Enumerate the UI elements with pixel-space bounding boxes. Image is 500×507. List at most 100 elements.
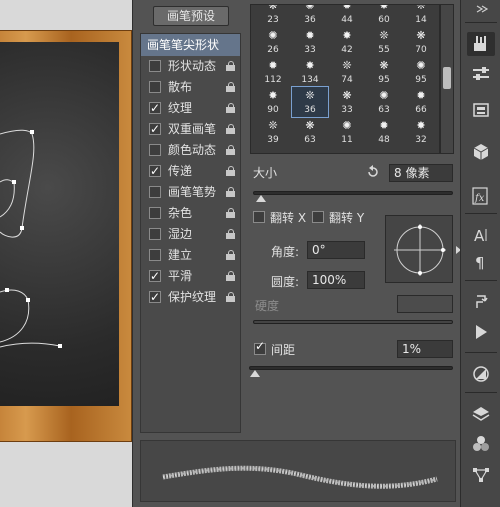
option-row[interactable]: 湿边 — [141, 224, 240, 245]
lock-icon[interactable] — [226, 271, 236, 282]
option-checkbox[interactable] — [149, 207, 161, 219]
lock-icon[interactable] — [226, 292, 236, 303]
type-icon[interactable]: A — [467, 223, 495, 247]
option-checkbox[interactable] — [149, 186, 161, 198]
paths-icon[interactable] — [467, 462, 495, 486]
scrollbar-thumb[interactable] — [443, 67, 451, 89]
spacing-field[interactable]: 1% — [397, 340, 453, 358]
option-checkbox[interactable] — [149, 266, 161, 287]
brush-tip-cell[interactable]: ❋ 33 — [329, 87, 365, 117]
spacing-checkbox[interactable] — [254, 339, 266, 355]
anchor-point[interactable] — [58, 344, 62, 348]
flip-x-checkbox[interactable] — [253, 211, 265, 223]
play-icon[interactable] — [467, 320, 495, 344]
document-canvas[interactable] — [0, 0, 132, 507]
brush-tip-cell[interactable]: ✸ 90 — [255, 87, 291, 117]
spacing-slider[interactable] — [249, 366, 453, 370]
size-field[interactable]: 8 像素 — [389, 164, 453, 182]
brush-tip-cell[interactable]: ✸ 60 — [366, 5, 402, 27]
option-row[interactable]: 保护纹理 — [141, 287, 240, 308]
option-checkbox[interactable] — [149, 287, 161, 308]
anchor-point[interactable] — [12, 180, 16, 184]
option-row[interactable]: 颜色动态 — [141, 140, 240, 161]
fx-icon[interactable]: fx — [467, 184, 495, 208]
character-icon[interactable] — [467, 98, 495, 122]
brush-tip-cell[interactable]: ✹ 48 — [366, 117, 402, 147]
anchor-point[interactable] — [20, 226, 24, 230]
reset-size-icon[interactable] — [366, 165, 380, 179]
brush-tip-cell[interactable]: ✹ 44 — [329, 5, 365, 27]
option-checkbox[interactable] — [149, 249, 161, 261]
cube-icon[interactable] — [467, 140, 495, 164]
anchor-point[interactable] — [26, 298, 30, 302]
brush-icon[interactable] — [467, 32, 495, 56]
lock-icon[interactable] — [226, 229, 236, 240]
option-checkbox[interactable] — [149, 144, 161, 156]
brush-tip-cell[interactable]: ❋ 63 — [292, 117, 328, 147]
brush-tip-cell[interactable]: ❊ 39 — [255, 117, 291, 147]
roundness-field[interactable]: 100% — [307, 271, 365, 289]
clone-source-icon[interactable] — [467, 290, 495, 314]
brush-tip-cell[interactable]: ❊ 14 — [403, 5, 439, 27]
brush-tip-cell[interactable]: ❋ 70 — [403, 27, 439, 57]
option-row[interactable]: 平滑 — [141, 266, 240, 287]
option-row[interactable]: 建立 — [141, 245, 240, 266]
option-row[interactable]: 纹理 — [141, 98, 240, 119]
adjust-icon[interactable] — [467, 362, 495, 386]
brush-tip-cell[interactable]: ✺ 26 — [255, 27, 291, 57]
lock-icon[interactable] — [226, 124, 236, 135]
brush-tip-cell[interactable]: ✺ 63 — [366, 87, 402, 117]
sliders-icon[interactable] — [467, 62, 495, 86]
option-row[interactable]: 杂色 — [141, 203, 240, 224]
option-checkbox[interactable] — [149, 98, 161, 119]
brush-grid-scrollbar[interactable] — [440, 4, 454, 154]
brush-tip-cell[interactable]: ❋ 95 — [366, 57, 402, 87]
option-checkbox[interactable] — [149, 228, 161, 240]
anchor-point[interactable] — [5, 288, 9, 292]
option-checkbox[interactable] — [149, 81, 161, 93]
lock-icon[interactable] — [226, 103, 236, 114]
lock-icon[interactable] — [226, 166, 236, 177]
paragraph-icon[interactable]: ¶ — [467, 250, 495, 274]
flip-y-checkbox[interactable] — [312, 211, 324, 223]
option-row[interactable]: 散布 — [141, 77, 240, 98]
brush-tip-cell[interactable]: ✹ 33 — [292, 27, 328, 57]
brush-tip-cell[interactable]: ✸ 134 — [292, 57, 328, 87]
lock-icon[interactable] — [226, 82, 236, 93]
size-slider-knob[interactable] — [256, 195, 266, 202]
brush-presets-button[interactable]: 画笔预设 — [153, 6, 229, 26]
brush-tip-cell[interactable]: ✺ 95 — [403, 57, 439, 87]
brush-tip-preview-icon: ❋ — [268, 4, 278, 12]
spacing-slider-knob[interactable] — [250, 370, 260, 377]
angle-roundness-widget[interactable] — [385, 215, 453, 283]
brush-tip-cell[interactable]: ✺ 11 — [329, 117, 365, 147]
collapse-arrows-icon[interactable] — [467, 2, 495, 16]
size-slider[interactable] — [253, 191, 453, 195]
anchor-point[interactable] — [30, 130, 34, 134]
option-checkbox[interactable] — [149, 119, 161, 140]
lock-icon[interactable] — [226, 250, 236, 261]
brush-tip-cell[interactable]: ❊ 36 — [291, 86, 329, 118]
brush-tip-cell[interactable]: ❊ 55 — [366, 27, 402, 57]
option-checkbox[interactable] — [149, 60, 161, 72]
option-row[interactable]: 传递 — [141, 161, 240, 182]
lock-icon[interactable] — [226, 208, 236, 219]
brush-tip-cell[interactable]: ✸ 32 — [403, 117, 439, 147]
brush-tip-cell[interactable]: ❊ 74 — [329, 57, 365, 87]
lock-icon[interactable] — [226, 61, 236, 72]
option-row[interactable]: 画笔笔势 — [141, 182, 240, 203]
brush-tip-cell[interactable]: ✸ 42 — [329, 27, 365, 57]
brush-tip-cell[interactable]: ✹ 112 — [255, 57, 291, 87]
layers-icon[interactable] — [467, 402, 495, 426]
option-checkbox[interactable] — [149, 161, 161, 182]
option-row[interactable]: 形状动态 — [141, 56, 240, 77]
lock-icon[interactable] — [226, 187, 236, 198]
brush-tip-cell[interactable]: ✺ 36 — [292, 5, 328, 27]
brush-tip-cell[interactable]: ❋ 23 — [255, 4, 291, 27]
option-brush-tip-shape[interactable]: 画笔笔尖形状 — [141, 34, 240, 56]
lock-icon[interactable] — [226, 145, 236, 156]
option-row[interactable]: 双重画笔 — [141, 119, 240, 140]
channels-icon[interactable] — [467, 432, 495, 456]
angle-field[interactable]: 0° — [307, 241, 365, 259]
brush-tip-cell[interactable]: ✹ 66 — [403, 87, 439, 117]
